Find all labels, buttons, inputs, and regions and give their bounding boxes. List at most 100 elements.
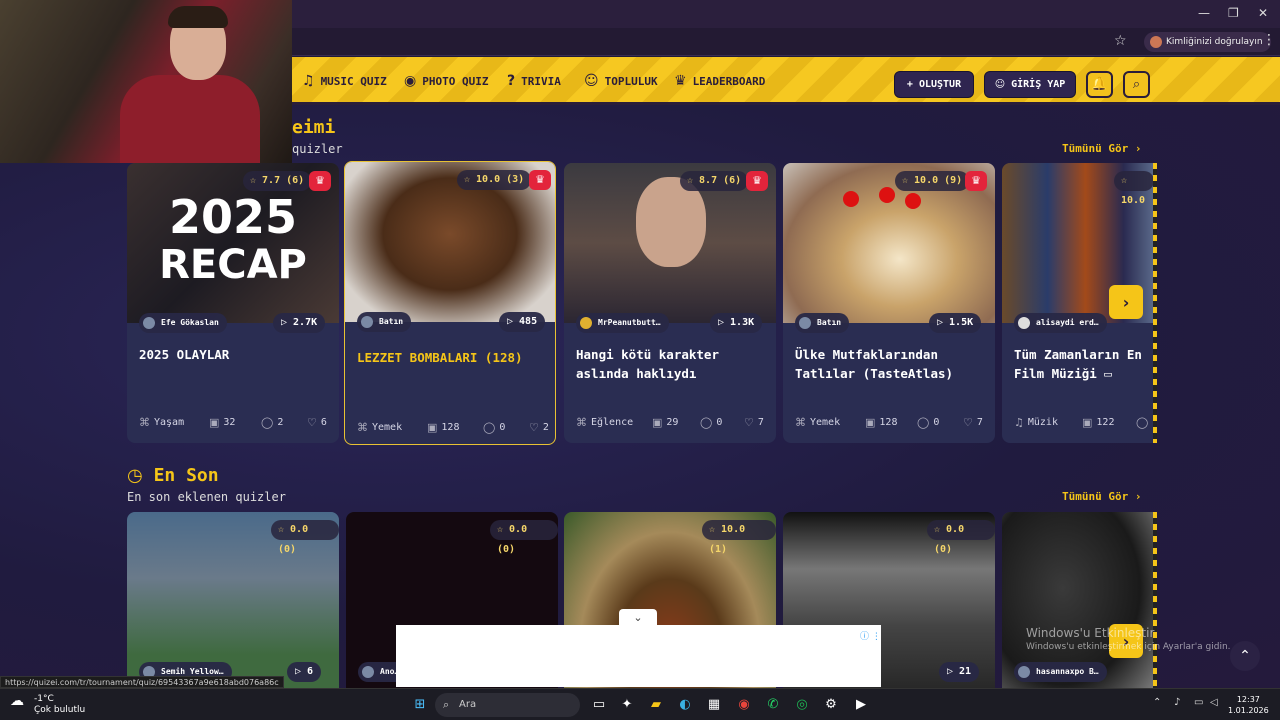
see-all-link[interactable]: Tümünü Gör › [1062,490,1141,503]
question-count-value: 128 [879,417,898,428]
rating-badge: ☆ 10.0 (9) [895,171,970,191]
crown-icon[interactable]: ♛ [529,170,551,190]
ad-info-icon[interactable]: ⓘ ⋮ [860,629,881,642]
file-explorer-icon[interactable]: ▰ [646,695,666,715]
spotify-icon[interactable]: ◎ [792,695,812,715]
profile-button[interactable]: Kimliğinizi doğrulayın [1144,32,1271,52]
play-count: ▷ 485 [499,312,546,332]
nav-topluluk[interactable]: ☺ TOPLULUK [584,70,658,92]
windows-start-icon[interactable]: ⊞ [410,695,430,715]
like-count-value: 7 [976,417,983,428]
rating-badge: ☆ 7.7 (6) [243,171,312,191]
category-label: Yaşam [154,417,185,428]
heart-icon: ♡ [529,421,539,434]
like-count[interactable]: ♡ 7 [744,416,764,429]
quiz-title: Hangi kötü karakter aslında haklıydı [576,347,719,381]
avatar [143,317,155,329]
quiz-card[interactable]: ☆ 8.7 (6) ♛ MrPeanutbutt… ▷ 1.3K Hangi k… [564,163,776,443]
avatar [580,317,592,329]
edge-icon[interactable]: ◐ [675,695,695,715]
see-all-link[interactable]: Tümünü Gör › [1062,142,1141,155]
tray-chevron-icon[interactable]: ⌃ [1153,697,1161,708]
section-title: ◷ En Son [127,465,219,486]
whatsapp-icon[interactable]: ✆ [763,695,783,715]
temperature: -1°C [34,694,54,704]
rating-badge: ☆ 10.0 [1114,171,1154,206]
quiz-title: Tüm Zamanların En Film Müziği ▭ [1014,347,1142,381]
author-chip[interactable]: Batın [357,312,412,332]
crown-icon[interactable]: ♛ [965,171,987,191]
network-icon[interactable]: ▭ [1194,697,1203,708]
minimize-icon[interactable]: — [1198,6,1210,20]
chrome-icon[interactable]: ◉ [734,695,754,715]
nav-trivia[interactable]: ? TRIVIA [507,70,561,92]
task-view-icon[interactable]: ▭ [589,695,609,715]
profile-label: Kimliğinizi doğrulayın [1166,37,1263,47]
microphone-icon[interactable]: ♪ [1174,697,1180,708]
store-icon[interactable]: ▦ [704,695,724,715]
nav-label: PHOTO QUIZ [422,74,489,88]
question-count-value: 32 [223,417,236,428]
steam-icon[interactable]: ⚙ [821,695,841,715]
clock[interactable]: 12:37 1.01.2026 [1228,694,1269,716]
comment-count: ◯ 0 [483,421,505,434]
copilot-icon[interactable]: ✦ [617,695,637,715]
question-count: ▣ 128 [865,416,897,429]
images-icon: ▣ [865,416,876,429]
carousel-next-button[interactable]: › [1109,285,1143,319]
nav-photo-quiz[interactable]: ◉ PHOTO QUIZ [404,70,488,92]
category: ♫ Müzik [1014,416,1058,429]
author-chip[interactable]: Efe Gökaslan [139,313,227,333]
rating-badge: ☆ 0.0 (0) [271,520,339,555]
volume-icon[interactable]: ◁ [1210,697,1218,708]
comment-icon: ◯ [483,421,496,434]
search-icon[interactable]: ⌕ [1123,71,1150,98]
nav-music-quiz[interactable]: ♫ MUSIC QUIZ [302,70,387,92]
comment-icon: ◯ [917,416,930,429]
create-button[interactable]: + OLUŞTUR [894,71,974,98]
quiz-card[interactable]: hasannaxpo B… [1002,512,1154,688]
author-chip[interactable]: MrPeanutbutt… [576,313,669,333]
author-name: alisaydi erd… [1036,318,1099,327]
close-icon[interactable]: ✕ [1258,6,1268,20]
author-chip[interactable]: alisaydi erd… [1014,313,1107,333]
comment-count: ◯ 0 [700,416,722,429]
media-player-icon[interactable]: ▶ [851,695,871,715]
quiz-card[interactable]: ☆ 10.0 (3) ♛ Batın ▷ 485 LEZZET BOMBALAR… [344,161,556,445]
restore-icon[interactable]: ❐ [1228,6,1239,20]
comment-icon: ◯ [700,416,713,429]
login-button[interactable]: ☺ GİRİŞ YAP [984,71,1076,98]
author-chip[interactable]: hasannaxpo B… [1014,662,1107,682]
quiz-card[interactable]: ☆ 10.0 (9) ♛ Batın ▷ 1.5K Ülke Mutfaklar… [783,163,995,443]
taskbar-search[interactable]: ⌕ Ara [435,693,580,717]
tag-icon: ⌘ [139,416,150,429]
category-label: Yemek [810,417,841,428]
quiz-card[interactable]: 2025 RECAP ☆ 7.7 (6) ♛ Efe Gökaslan ▷ 2.… [127,163,339,443]
scroll-to-top-button[interactable]: ⌃ [1230,641,1260,671]
category: ⌘ Yaşam [139,416,184,429]
quiz-card[interactable]: ☆ 0.0 (0) Semih Yellow… ▷ 6 [127,512,339,688]
nav-label: TRIVIA [521,74,561,88]
comment-count: ◯ 2 [261,416,283,429]
ad-banner[interactable] [396,625,881,687]
like-count[interactable]: ♡ 7 [963,416,983,429]
nav-leaderboard[interactable]: ♛ LEADERBOARD [674,70,765,92]
notifications-bell-icon[interactable]: 🔔 [1086,71,1113,98]
author-name: MrPeanutbutt… [598,318,661,327]
rating-badge: ☆ 0.0 (0) [927,520,995,555]
question-count: ▣ 128 [427,421,459,434]
cherry-shape [843,191,859,207]
ad-collapse-button[interactable]: ⌄ [619,609,657,626]
crown-icon[interactable]: ♛ [309,171,331,191]
like-count[interactable]: ♡ 2 [529,421,549,434]
images-icon: ▣ [427,421,438,434]
crown-icon[interactable]: ♛ [746,171,768,191]
like-count[interactable]: ♡ 6 [307,416,327,429]
play-count: ▷ 1.5K [929,313,982,333]
author-chip[interactable]: Batın [795,313,850,333]
bookmark-star-icon[interactable]: ☆ [1114,33,1127,49]
nav-label: MUSIC QUIZ [320,74,387,88]
menu-kebab-icon[interactable]: ⋮ [1262,32,1276,48]
cloud-icon: ☁ [10,693,24,709]
quiz-title: Ülke Mutfaklarından Tatlılar (TasteAtlas… [795,347,954,381]
